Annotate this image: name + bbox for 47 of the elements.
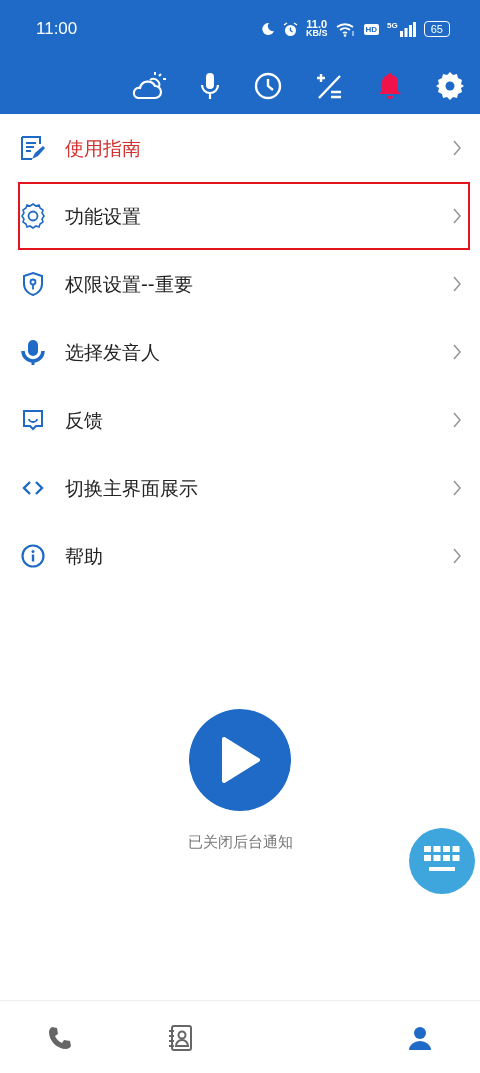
speed-unit: KB/S xyxy=(306,29,328,38)
chevron-icon xyxy=(452,140,462,156)
menu-item[interactable]: 使用指南 xyxy=(0,114,480,182)
guide-icon xyxy=(20,135,46,161)
alarm-icon xyxy=(283,21,298,37)
microphone-icon xyxy=(20,339,46,365)
moon-icon xyxy=(261,22,275,36)
menu-item[interactable]: 反馈 xyxy=(0,386,480,454)
chevron-icon xyxy=(452,344,462,360)
menu-label: 选择发音人 xyxy=(65,339,160,365)
calculator-icon[interactable] xyxy=(316,72,344,100)
shield-icon xyxy=(20,271,46,297)
microphone-icon[interactable] xyxy=(200,72,220,100)
menu-label: 权限设置--重要 xyxy=(65,271,193,297)
menu-label: 帮助 xyxy=(65,543,103,569)
chevron-icon xyxy=(452,412,462,428)
menu-item[interactable]: 切换主界面展示 xyxy=(0,454,480,522)
play-icon xyxy=(220,736,260,784)
clock-time: 11:00 xyxy=(36,18,78,41)
menu-item[interactable]: 功能设置 xyxy=(18,182,470,250)
menu-item[interactable]: 权限设置--重要 xyxy=(0,250,480,318)
menu-label: 反馈 xyxy=(65,407,103,433)
settings-icon[interactable] xyxy=(436,72,464,100)
chevron-icon xyxy=(452,276,462,292)
signal-icon xyxy=(399,21,416,37)
wifi-icon xyxy=(335,21,356,37)
gear-icon xyxy=(20,203,46,229)
menu-label: 功能设置 xyxy=(65,203,141,229)
contacts-icon xyxy=(167,1024,193,1051)
speed-value: 11.0 xyxy=(306,20,328,29)
menu-label: 使用指南 xyxy=(65,135,141,161)
battery-indicator: 65 xyxy=(423,21,450,37)
menu-item[interactable]: 选择发音人 xyxy=(0,318,480,386)
feedback-icon xyxy=(20,407,46,433)
menu-item[interactable]: 帮助 xyxy=(0,522,480,590)
menu-label: 切换主界面展示 xyxy=(65,475,198,501)
info-icon xyxy=(20,543,46,569)
weather-icon[interactable] xyxy=(130,71,166,101)
phone-icon xyxy=(47,1024,73,1051)
hd-badge: HD xyxy=(363,23,380,35)
clock-icon[interactable] xyxy=(254,72,282,100)
chevron-icon xyxy=(452,208,462,224)
status-text: 已关闭后台通知 xyxy=(187,832,293,853)
network-type: 5G xyxy=(387,21,398,30)
chevron-icon xyxy=(452,548,462,564)
person-icon xyxy=(407,1024,433,1051)
chevron-icon xyxy=(452,480,462,496)
